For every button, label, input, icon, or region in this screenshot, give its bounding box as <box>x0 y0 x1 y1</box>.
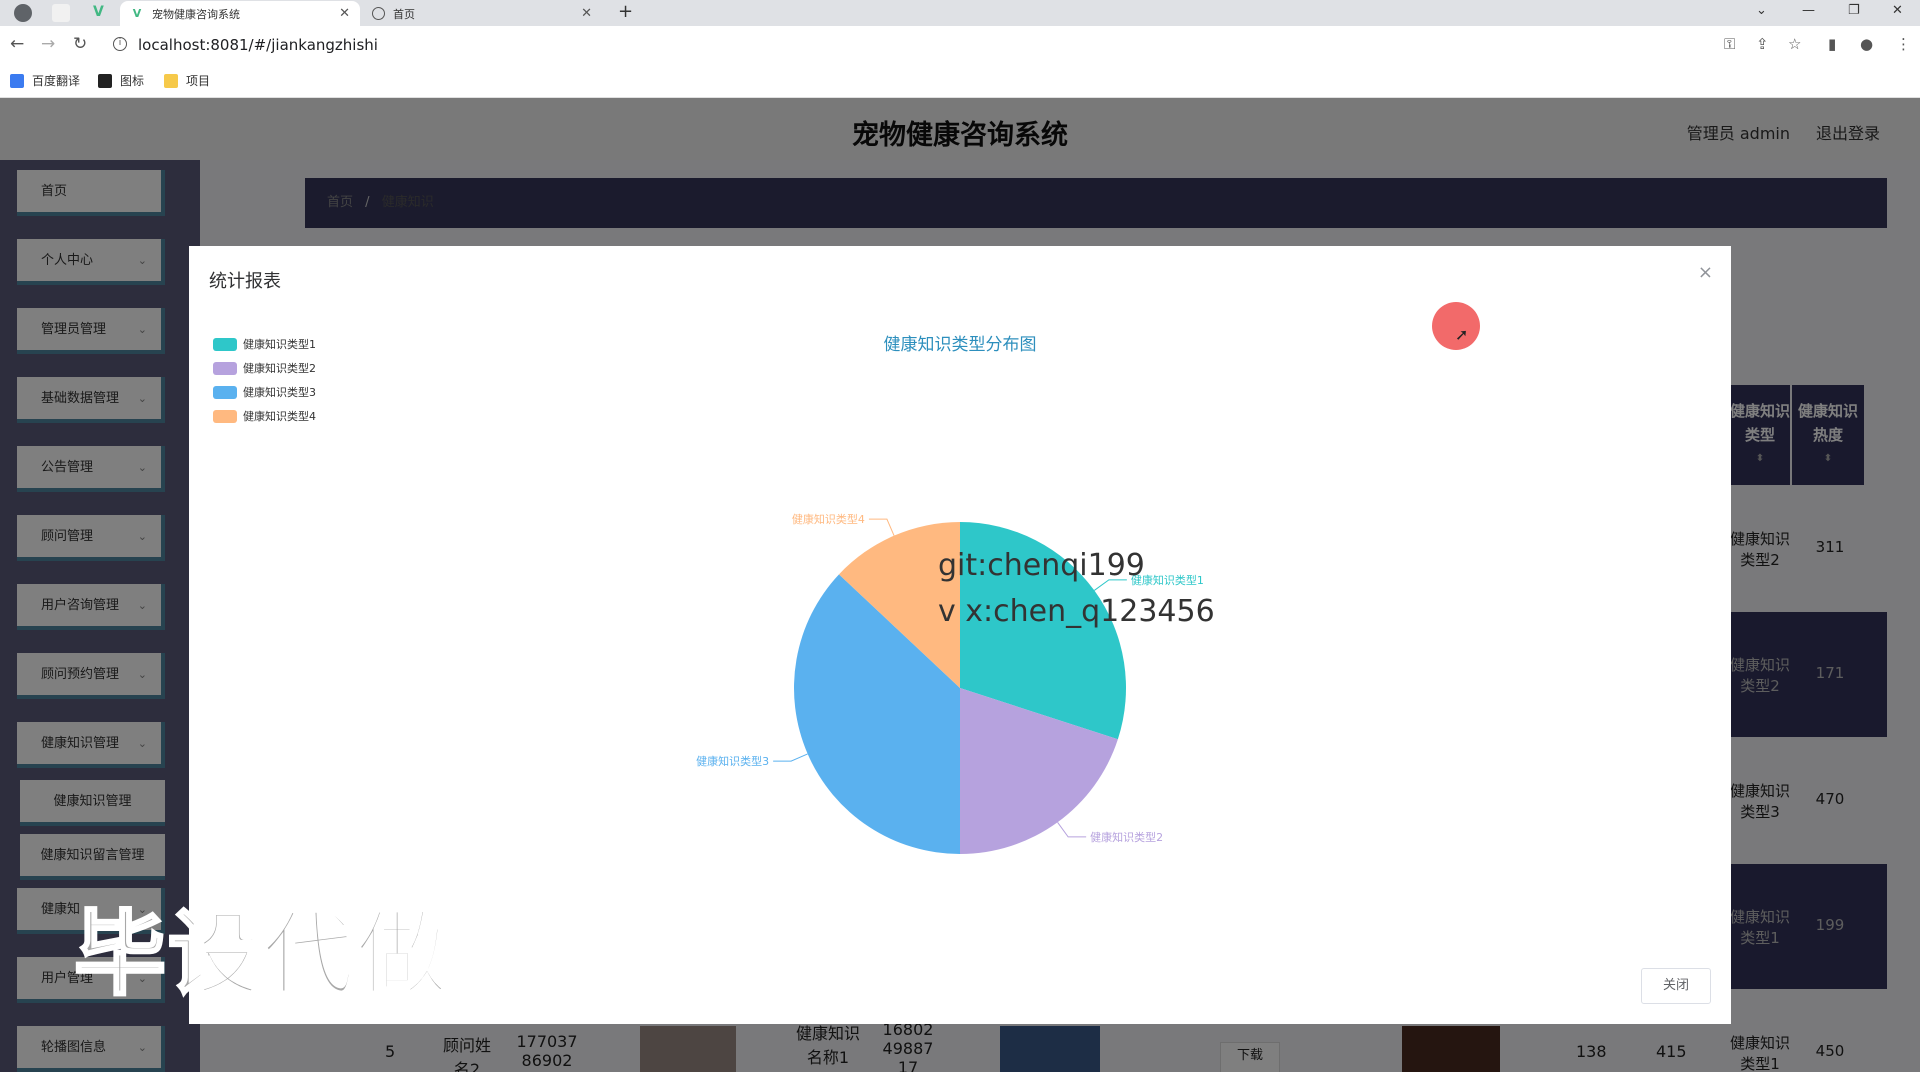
bookmark-label: 百度翻译 <box>32 74 81 88</box>
bookmark-baidu-translate[interactable]: 百度翻译 <box>10 72 80 89</box>
vue-logo-icon: V <box>132 7 142 20</box>
minimize-button[interactable]: — <box>1802 3 1815 18</box>
bookmarks-bar: 百度翻译 图标 项目 <box>0 62 1920 98</box>
close-button[interactable]: 关闭 <box>1641 968 1711 1004</box>
reload-icon[interactable]: ↻ <box>73 34 87 54</box>
pie-label-line <box>1057 822 1087 838</box>
pie-slice-label: 健康知识类型3 <box>696 754 769 768</box>
close-tab-icon[interactable]: ✕ <box>581 6 592 21</box>
overlay-contact-text: git:chenqi199 v x:chen_q123456 <box>938 543 1215 635</box>
cursor-arrow-icon: ➚ <box>1455 325 1469 344</box>
bookmark-project-folder[interactable]: 项目 <box>164 72 210 89</box>
back-arrow-icon[interactable]: ← <box>10 34 24 54</box>
pinned-vue-tab-icon[interactable]: V <box>93 4 111 22</box>
star-icon[interactable]: ☆ <box>1788 35 1801 53</box>
share-icon[interactable]: ⇪ <box>1756 35 1769 53</box>
close-window-button[interactable]: ✕ <box>1892 3 1903 18</box>
address-bar-row: ← → ↻ i localhost:8081/#/jiankangzhishi … <box>0 26 1920 62</box>
key-icon[interactable]: ⚿ <box>1724 35 1735 53</box>
tab-search-icon[interactable]: ⌄ <box>1756 3 1767 18</box>
browser-menu-icon[interactable] <box>14 4 32 22</box>
close-tab-icon[interactable]: ✕ <box>339 6 350 21</box>
pie-label-line <box>868 518 895 536</box>
more-menu-icon[interactable]: ⋮ <box>1896 35 1911 53</box>
pie-slice-label: 健康知识类型4 <box>792 512 865 526</box>
bookmark-label: 项目 <box>186 74 211 88</box>
translate-icon <box>10 73 24 88</box>
browser-tab-strip: V V 宠物健康咨询系统 ✕ 首页 ✕ + ⌄ — ❐ ✕ <box>0 0 1920 26</box>
bookmark-label: 图标 <box>120 74 145 88</box>
tab-pet-health[interactable]: V 宠物健康咨询系统 ✕ <box>120 1 360 26</box>
profile-icon[interactable]: ● <box>1860 35 1873 53</box>
site-info-icon[interactable]: i <box>113 37 127 51</box>
bookmark-icons[interactable]: 图标 <box>98 72 144 89</box>
tab-home[interactable]: 首页 ✕ <box>362 1 602 26</box>
folder-icon <box>164 73 178 88</box>
sidepanel-icon[interactable]: ▮ <box>1828 35 1836 53</box>
url-input[interactable]: localhost:8081/#/jiankangzhishi <box>138 36 378 54</box>
overlay-line: v x:chen_q123456 <box>938 594 1215 629</box>
forward-arrow-icon[interactable]: → <box>41 34 55 54</box>
watermark-text: 毕设代做 <box>72 900 451 1010</box>
pie-slice-label: 健康知识类型2 <box>1090 830 1163 844</box>
image-icon <box>98 73 112 88</box>
globe-icon <box>372 7 385 20</box>
restore-button[interactable]: ❐ <box>1848 3 1860 18</box>
pinned-tab-icon[interactable] <box>52 4 70 22</box>
pie-label-line <box>773 753 808 762</box>
overlay-line: git:chenqi199 <box>938 548 1145 583</box>
tab-label: 首页 <box>393 7 415 21</box>
tab-label: 宠物健康咨询系统 <box>152 7 240 21</box>
new-tab-button[interactable]: + <box>618 1 633 22</box>
